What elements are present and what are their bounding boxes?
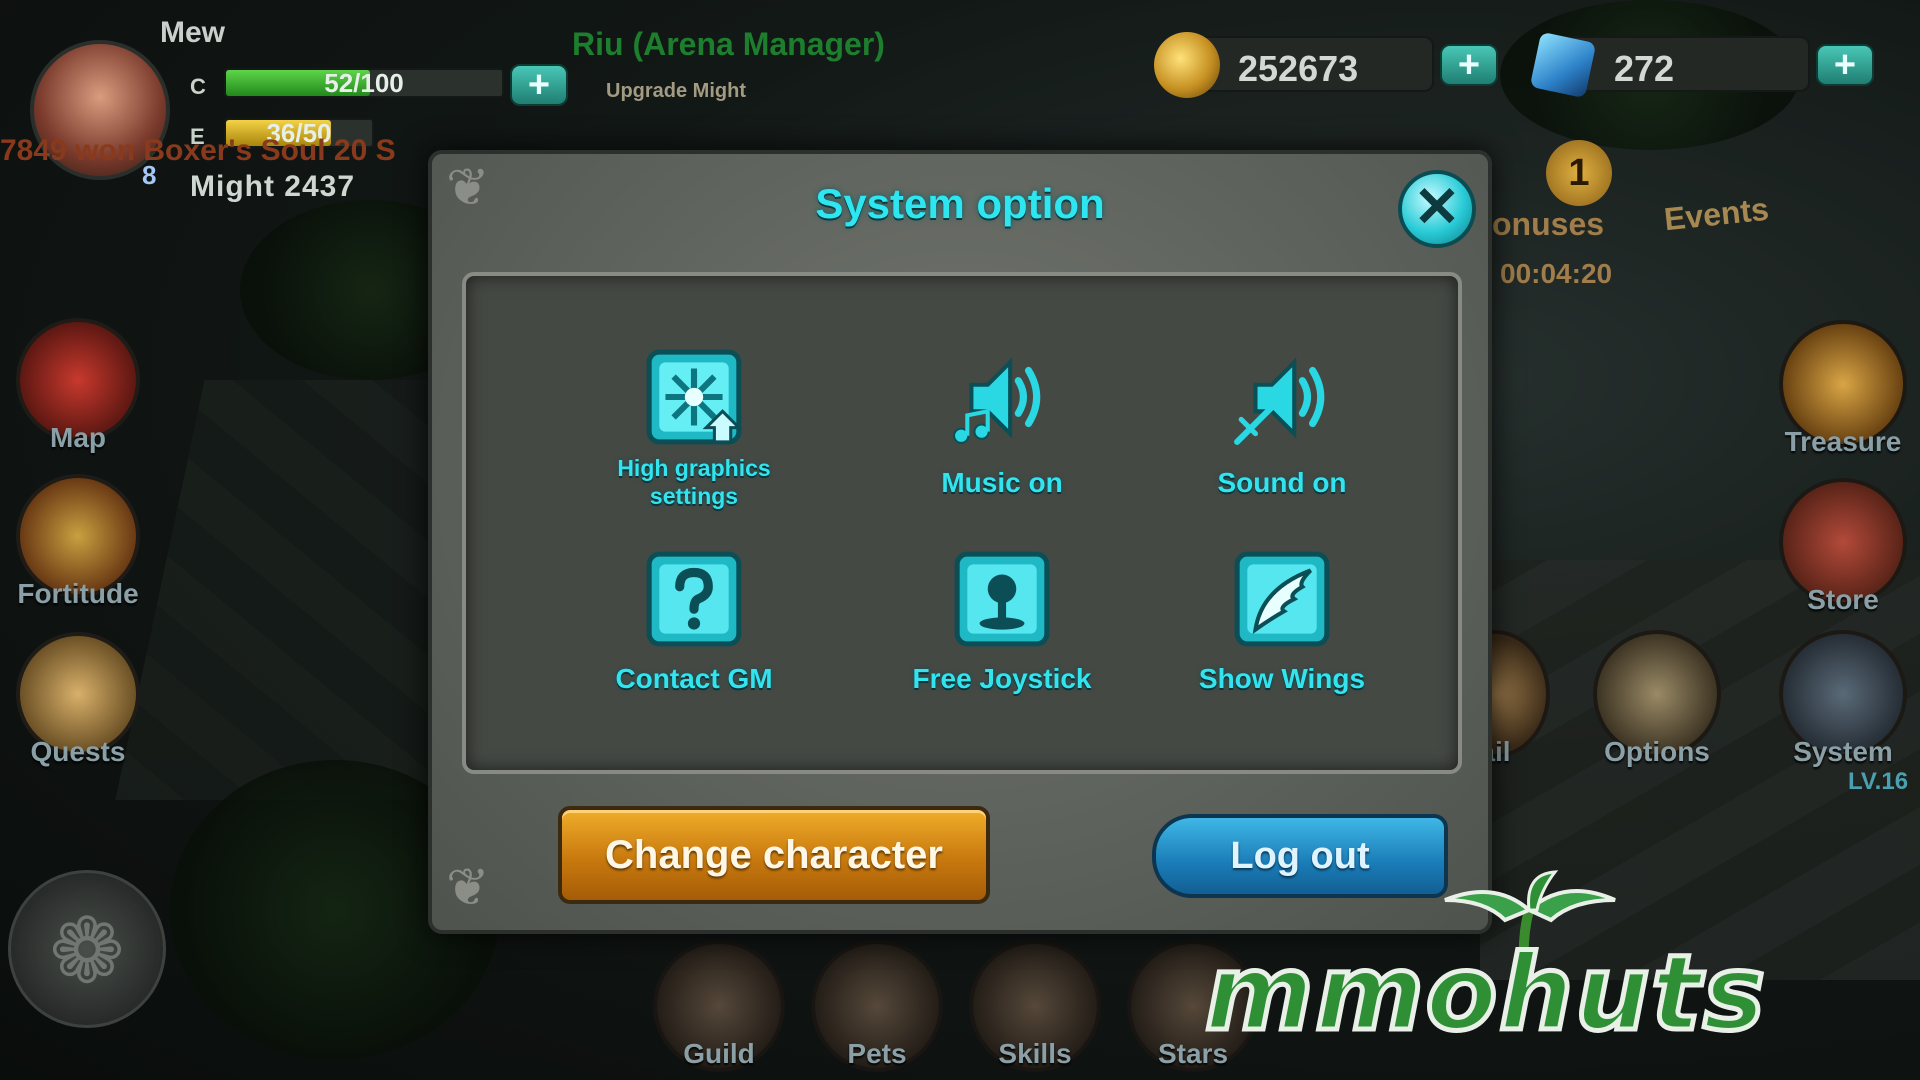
upgrade-might-label: Upgrade Might [606,80,746,102]
show-wings-label: Show Wings [1198,663,1366,694]
might-value: Might 2437 [190,170,356,203]
bonuses-label[interactable]: onuses [1492,206,1604,243]
contact-gm-label: Contact GM [615,663,773,694]
diamond-counter: 272 [1529,31,1810,99]
music-toggle[interactable]: Music on [892,346,1112,498]
sound-icon [1234,357,1325,445]
guild-button[interactable]: Guild [644,940,794,1072]
skills-button[interactable]: Skills [960,940,1110,1072]
hp-bar-text: 52/100 [324,68,404,98]
gold-counter: 252673 [1154,32,1434,98]
system-button[interactable]: System [1768,630,1918,768]
options-label: Options [1604,736,1710,767]
gold-coin-icon [1154,32,1220,98]
add-diamond-button[interactable]: + [1816,44,1874,86]
chat-message: 7849 won Boxer's Soul 20 S [0,134,396,167]
music-label: Music on [941,467,1063,498]
add-hp-button[interactable]: + [510,64,568,106]
npc-name[interactable]: Riu (Arena Manager) [572,26,885,63]
fortitude-label: Fortitude [17,578,139,609]
guild-label: Guild [683,1038,755,1069]
close-button[interactable]: ✕ [1398,170,1476,248]
hp-bar: 52/100 [224,68,504,98]
bonus-timer: 00:04:20 [1500,258,1613,289]
corner-ornament: ❦ [446,859,490,917]
high-graphics-option[interactable]: High graphics settings [584,346,804,510]
skills-label: Skills [998,1038,1072,1069]
free-joystick-option[interactable]: Free Joystick [892,548,1112,694]
change-character-button[interactable]: Change character [558,806,990,904]
contact-gm-option[interactable]: Contact GM [584,548,804,694]
player-name: Mew [160,16,226,49]
treasure-button[interactable]: Treasure [1768,320,1918,458]
mmohuts-watermark-logo: mmohuts [1203,870,1895,1057]
options-button[interactable]: Options [1582,630,1732,768]
map-button[interactable]: Map [8,318,148,454]
joystick-icon [954,551,1050,647]
swirl-icon: ❁ [49,902,125,1002]
gold-amount: 252673 [1238,48,1359,89]
store-label: Store [1807,584,1879,615]
diamond-amount: 272 [1614,48,1675,89]
store-button[interactable]: Store [1768,478,1918,616]
quests-label: Quests [30,736,126,767]
sound-label: Sound on [1217,467,1347,498]
sound-toggle[interactable]: Sound on [1172,346,1392,498]
wings-icon [1234,551,1330,647]
map-label: Map [50,422,106,453]
high-graphics-label: High graphics settings [584,454,804,510]
dialog-title: System option [815,180,1105,227]
system-option-dialog: ❦ ❦ System option ✕ High graphics settin… [428,150,1492,934]
level-indicator: LV.16 [1848,768,1909,795]
close-icon: ✕ [1413,175,1461,238]
notification-badge: 1 [1546,140,1612,206]
add-gold-button[interactable]: + [1440,44,1498,86]
diamond-icon [1529,31,1597,99]
virtual-joystick[interactable]: ❁ [8,870,166,1028]
system-label: System [1793,736,1893,767]
options-panel: High graphics settings Music on Sound on… [462,272,1462,774]
watermark-text: mmohuts [1203,930,1768,1057]
treasure-label: Treasure [1784,426,1902,457]
fortitude-button[interactable]: Fortitude [8,474,148,610]
question-icon [646,551,742,647]
hp-bar-label: C [190,74,206,99]
pets-label: Pets [847,1038,907,1069]
pets-button[interactable]: Pets [802,940,952,1072]
show-wings-option[interactable]: Show Wings [1172,548,1392,694]
free-joystick-label: Free Joystick [912,663,1092,694]
high-graphics-label-line2: settings [649,483,739,509]
music-icon [953,357,1041,444]
high-graphics-label-line1: High graphics [617,455,771,481]
graphics-icon [646,349,743,445]
quests-button[interactable]: Quests [8,632,148,768]
